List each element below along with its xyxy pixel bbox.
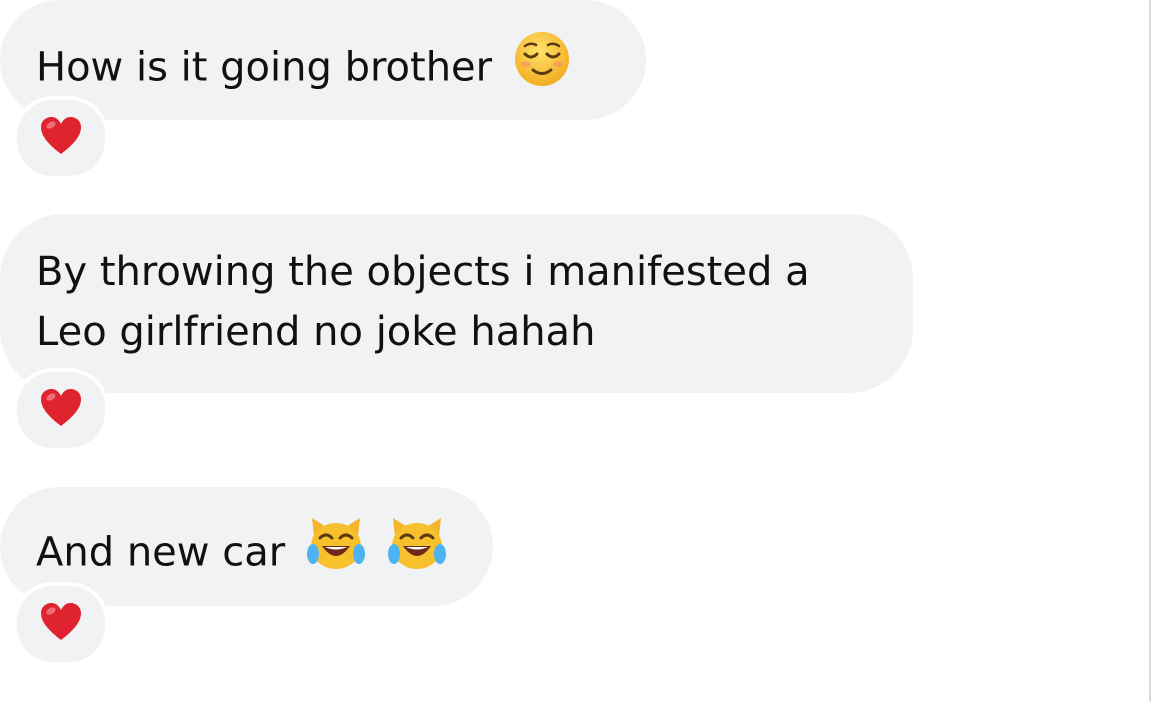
reaction-badge[interactable] [13, 582, 109, 666]
message-text-line: By throwing the objects i manifested a [36, 249, 810, 295]
reaction-badge[interactable] [13, 96, 109, 180]
message-text: And new car [36, 529, 286, 576]
message-bubble[interactable]: How is it going brother [0, 0, 646, 120]
message-bubble[interactable]: By throwing the objects i manifested a L… [0, 214, 913, 393]
message-text: How is it going brother [36, 44, 493, 91]
cat-tears-of-joy-icon [387, 516, 447, 589]
message-text-line: Leo girlfriend no joke hahah [36, 309, 596, 355]
relieved-face-icon [513, 30, 571, 105]
chat-thread: How is it going brother By throwing the … [0, 0, 1151, 702]
heart-icon [40, 602, 82, 646]
reaction-badge[interactable] [13, 368, 109, 452]
cat-tears-of-joy-icon [306, 516, 366, 589]
heart-icon [40, 116, 82, 160]
heart-icon [40, 388, 82, 432]
